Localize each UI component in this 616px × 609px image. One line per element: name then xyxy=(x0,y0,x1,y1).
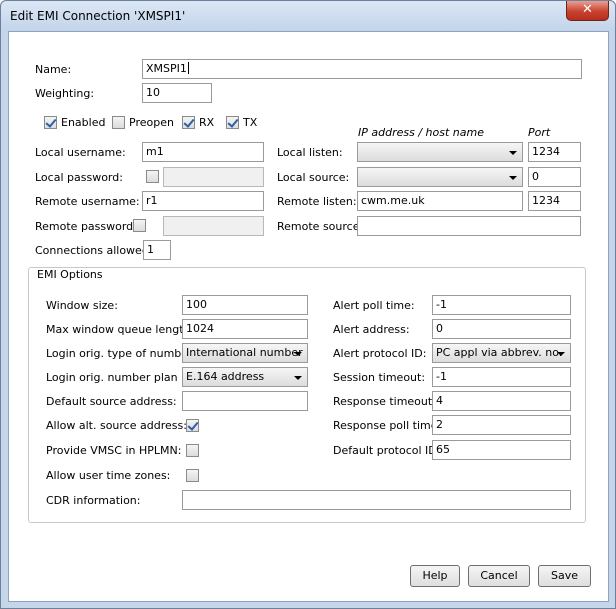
close-button[interactable]: ✕ xyxy=(566,1,609,21)
remote-source-input[interactable] xyxy=(357,216,581,236)
dialog-window: Edit EMI Connection 'XMSPI1' ✕ Name: XMS… xyxy=(0,0,616,609)
enabled-checkbox[interactable] xyxy=(44,116,57,129)
help-button[interactable]: Help xyxy=(410,565,460,587)
response-timeout-input[interactable]: 4 xyxy=(432,391,571,411)
port-header: Port xyxy=(528,126,551,139)
max-queue-input[interactable]: 1024 xyxy=(182,319,308,339)
session-timeout-input[interactable]: -1 xyxy=(432,367,571,387)
local-password-checkbox[interactable] xyxy=(146,170,159,183)
default-source-label: Default source address: xyxy=(46,395,177,408)
local-password-input xyxy=(163,167,264,187)
rx-checkbox[interactable] xyxy=(182,116,195,129)
chevron-down-icon xyxy=(294,376,302,380)
alert-address-input[interactable]: 0 xyxy=(432,319,571,339)
rx-label: RX xyxy=(199,116,215,129)
allow-tz-label: Allow user time zones: xyxy=(46,469,171,482)
login-ton-select[interactable]: International number xyxy=(182,343,308,363)
title-bar[interactable]: Edit EMI Connection 'XMSPI1' ✕ xyxy=(1,1,615,31)
cancel-button[interactable]: Cancel xyxy=(468,565,530,587)
ip-host-header: IP address / host name xyxy=(358,126,484,139)
window-size-label: Window size: xyxy=(46,299,118,312)
window-title: Edit EMI Connection 'XMSPI1' xyxy=(10,9,186,23)
tx-label: TX xyxy=(243,116,258,129)
tx-checkbox[interactable] xyxy=(226,116,239,129)
connections-allowed-label: Connections allowed: xyxy=(35,244,153,257)
local-source-port-input[interactable]: 0 xyxy=(528,167,581,187)
enabled-label: Enabled xyxy=(61,116,106,129)
name-label: Name: xyxy=(35,63,72,76)
provide-vmsc-checkbox[interactable] xyxy=(186,444,199,457)
login-ton-label: Login orig. type of number: xyxy=(46,347,197,360)
remote-listen-host-input[interactable]: cwm.me.uk xyxy=(357,191,523,211)
connections-allowed-input[interactable]: 1 xyxy=(143,240,171,260)
allow-tz-checkbox[interactable] xyxy=(186,469,199,482)
login-npi-label: Login orig. number plan ID: xyxy=(46,371,197,384)
alert-address-label: Alert address: xyxy=(333,323,410,336)
local-listen-select[interactable] xyxy=(357,142,523,162)
preopen-label: Preopen xyxy=(129,116,174,129)
local-username-label: Local username: xyxy=(35,146,126,159)
alert-protocol-label: Alert protocol ID: xyxy=(333,347,427,360)
default-protocol-input[interactable]: 65 xyxy=(432,440,571,460)
remote-username-label: Remote username: xyxy=(35,195,140,208)
alert-poll-label: Alert poll time: xyxy=(333,299,415,312)
local-source-select[interactable] xyxy=(357,167,523,187)
login-ton-value: International number xyxy=(186,346,303,359)
local-password-label: Local password: xyxy=(35,171,123,184)
allow-alt-checkbox[interactable] xyxy=(186,419,199,432)
chevron-down-icon xyxy=(294,352,302,356)
response-poll-label: Response poll time: xyxy=(333,419,442,432)
login-npi-select[interactable]: E.164 address xyxy=(182,367,308,387)
remote-username-input[interactable]: r1 xyxy=(142,191,264,211)
local-listen-port-input[interactable]: 1234 xyxy=(528,142,581,162)
local-listen-label: Local listen: xyxy=(277,146,343,159)
max-queue-label: Max window queue length: xyxy=(46,323,195,336)
provide-vmsc-label: Provide VMSC in HPLMN: xyxy=(46,444,182,457)
alert-poll-input[interactable]: -1 xyxy=(432,295,571,315)
cdr-input[interactable] xyxy=(182,490,571,510)
window-size-input[interactable]: 100 xyxy=(182,295,308,315)
close-icon: ✕ xyxy=(582,2,593,17)
name-input[interactable]: XMSPI1 xyxy=(142,59,582,79)
chevron-down-icon xyxy=(509,176,517,180)
default-source-input[interactable] xyxy=(182,391,308,411)
session-timeout-label: Session timeout: xyxy=(333,371,426,384)
response-timeout-label: Response timeout: xyxy=(333,395,436,408)
alert-protocol-value: PC appl via abbrev. no. xyxy=(436,346,563,359)
local-source-label: Local source: xyxy=(277,171,350,184)
remote-source-label: Remote source: xyxy=(277,220,364,233)
save-button[interactable]: Save xyxy=(538,565,591,587)
local-username-input[interactable]: m1 xyxy=(142,142,264,162)
weighting-label: Weighting: xyxy=(35,87,95,100)
allow-alt-label: Allow alt. source address: xyxy=(46,419,187,432)
remote-password-checkbox[interactable] xyxy=(133,219,146,232)
alert-protocol-select[interactable]: PC appl via abbrev. no. xyxy=(432,343,571,363)
remote-password-input xyxy=(163,216,264,236)
default-protocol-label: Default protocol ID: xyxy=(333,444,441,457)
cdr-label: CDR information: xyxy=(46,494,141,507)
login-npi-value: E.164 address xyxy=(186,370,265,383)
chevron-down-icon xyxy=(509,151,517,155)
remote-listen-label: Remote listen: xyxy=(277,195,357,208)
chevron-down-icon xyxy=(557,352,565,356)
response-poll-input[interactable]: 2 xyxy=(432,415,571,435)
preopen-checkbox[interactable] xyxy=(112,116,125,129)
remote-password-label: Remote password: xyxy=(35,220,137,233)
remote-listen-port-input[interactable]: 1234 xyxy=(528,191,581,211)
emi-options-title: EMI Options xyxy=(35,268,105,282)
weighting-input[interactable]: 10 xyxy=(142,83,212,103)
